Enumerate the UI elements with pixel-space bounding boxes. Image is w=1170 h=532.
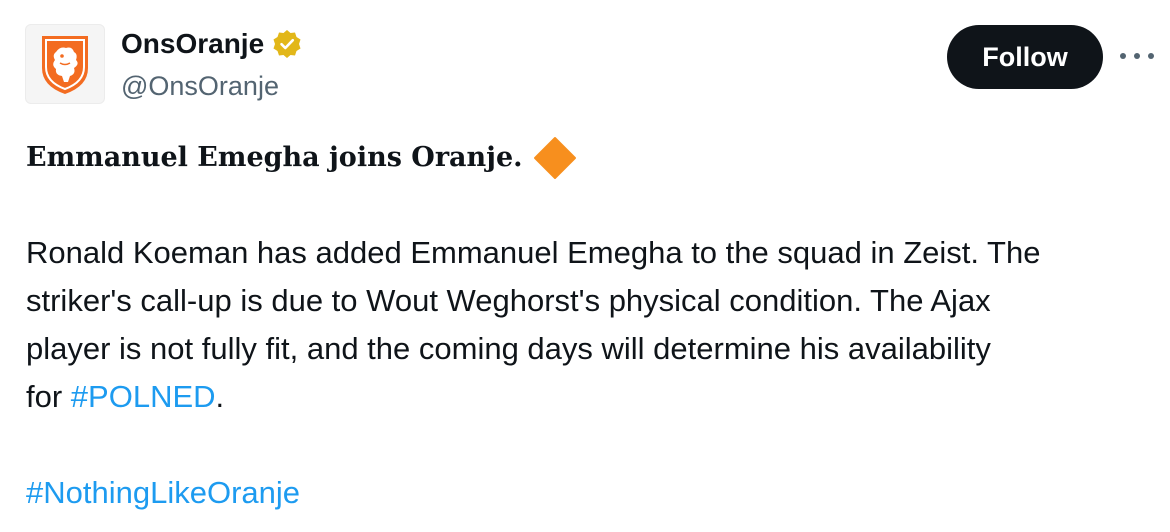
author-name-row: OnsOranje xyxy=(121,26,302,62)
author-handle[interactable]: @OnsOranje xyxy=(121,68,279,104)
orange-diamond-icon xyxy=(533,137,576,179)
lion-crest-icon xyxy=(42,36,88,94)
more-dot xyxy=(1134,53,1140,59)
post-body-punctuation: . xyxy=(215,379,225,414)
hashtag-link-polned[interactable]: #POLNED xyxy=(71,379,216,414)
author-display-name[interactable]: OnsOranje xyxy=(121,26,264,62)
follow-button[interactable]: Follow xyxy=(947,25,1103,89)
gold-verified-badge-icon[interactable] xyxy=(272,29,302,59)
avatar[interactable] xyxy=(25,24,105,104)
more-dot xyxy=(1148,53,1154,59)
post-headline: Emmanuel Emegha joins Oranje. xyxy=(26,142,523,173)
post-body-line: player is not fully fit, and the coming … xyxy=(26,331,991,366)
post-body: Ronald Koeman has added Emmanuel Emegha … xyxy=(26,229,1161,421)
more-options-icon[interactable] xyxy=(1120,44,1154,68)
more-dot xyxy=(1120,53,1126,59)
post-body-line: striker's call-up is due to Wout Weghors… xyxy=(26,283,991,318)
post-headline-row: Emmanuel Emegha joins Oranje. xyxy=(26,136,577,180)
post-body-line: Ronald Koeman has added Emmanuel Emegha … xyxy=(26,235,1041,270)
hashtag-line: #NothingLikeOranje xyxy=(26,469,300,517)
post-body-line: for xyxy=(26,379,71,414)
hashtag-link-nothinglikeoranje[interactable]: #NothingLikeOranje xyxy=(26,475,300,510)
tweet-card: OnsOranje @OnsOranje Follow Emmanuel Eme… xyxy=(0,0,1170,532)
